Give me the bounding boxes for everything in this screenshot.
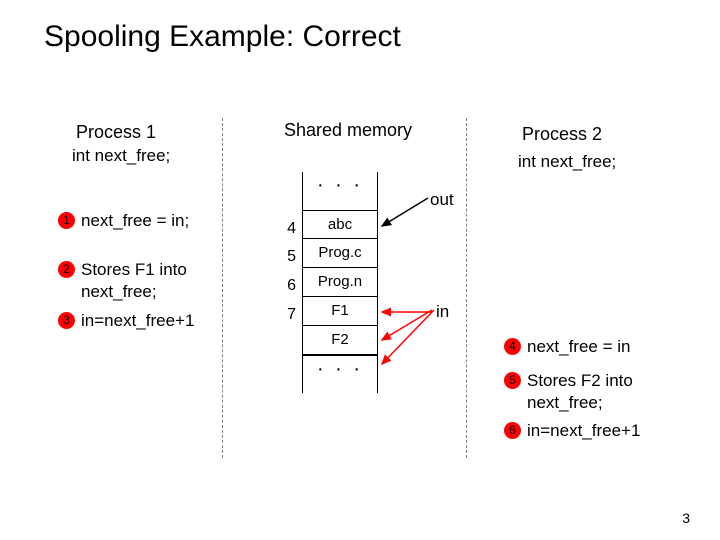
slot-index: 4 — [287, 215, 296, 243]
proc2-header: Process 2 — [522, 124, 602, 145]
slot-value: Prog.c — [318, 244, 361, 261]
slide-title: Spooling Example: Correct — [44, 20, 401, 54]
slot-index: 7 — [287, 301, 296, 329]
proc2-decl: int next_free; — [518, 152, 616, 172]
slot-value: Prog.n — [318, 273, 362, 290]
slot-index: 5 — [287, 243, 296, 271]
proc1-step-1: 1 next_free = in; — [58, 210, 189, 232]
step-badge: 6 — [504, 422, 521, 439]
step-text: Stores F1 into next_free; — [81, 259, 187, 303]
step-text: in=next_free+1 — [527, 420, 640, 442]
queue-slot: 7 F1 — [302, 297, 378, 326]
step-badge: 5 — [504, 372, 521, 389]
queue-slot: 5 Prog.c — [302, 239, 378, 268]
arrow-in2-icon — [378, 306, 436, 344]
queue-slot-extra: F2 — [302, 326, 378, 355]
slot-index: 6 — [287, 272, 296, 300]
shared-header: Shared memory — [284, 120, 412, 141]
step-badge: 1 — [58, 212, 75, 229]
ellipsis-icon: · · · — [302, 355, 378, 393]
proc2-step-4: 4 next_free = in — [504, 336, 631, 358]
slot-value: F1 — [331, 302, 349, 319]
in-label: in — [436, 302, 449, 322]
proc1-header: Process 1 — [76, 122, 156, 143]
slot-value: abc — [328, 216, 352, 233]
ellipsis-icon: · · · — [302, 172, 378, 210]
step-text: next_free = in; — [81, 210, 189, 232]
arrow-in-icon — [378, 298, 436, 318]
arrow-in3-icon — [378, 306, 440, 368]
slot-value: F2 — [331, 331, 349, 348]
queue-slot: 6 Prog.n — [302, 268, 378, 297]
proc2-step-6: 6 in=next_free+1 — [504, 420, 640, 442]
proc1-step-3: 3 in=next_free+1 — [58, 310, 194, 332]
proc1-decl: int next_free; — [72, 146, 170, 166]
spool-queue: · · · 4 abc 5 Prog.c 6 Prog.n 7 F1 F2 · … — [302, 172, 378, 393]
step-badge: 4 — [504, 338, 521, 355]
separator-right — [466, 118, 467, 458]
out-label: out — [430, 190, 454, 210]
separator-left — [222, 118, 223, 458]
step-badge: 2 — [58, 261, 75, 278]
proc1-step-2: 2 Stores F1 into next_free; — [58, 259, 187, 303]
step-text: Stores F2 into next_free; — [527, 370, 633, 414]
proc2-step-5: 5 Stores F2 into next_free; — [504, 370, 633, 414]
step-text: next_free = in — [527, 336, 631, 358]
arrow-out-icon — [378, 196, 432, 230]
step-text: in=next_free+1 — [81, 310, 194, 332]
page-number: 3 — [682, 510, 690, 526]
step-badge: 3 — [58, 312, 75, 329]
queue-slot: 4 abc — [302, 210, 378, 239]
